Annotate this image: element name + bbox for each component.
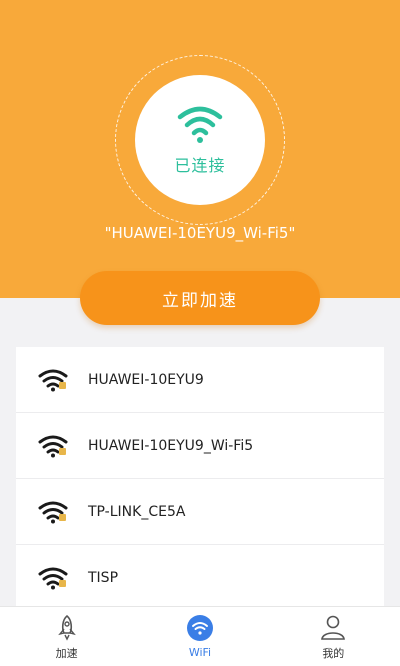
tab-accelerate[interactable]: 加速	[22, 613, 112, 661]
connection-status-text: 已连接	[174, 156, 226, 175]
tab-label: WiFi	[188, 646, 212, 659]
tab-wifi[interactable]: WiFi	[155, 614, 245, 659]
wifi-name: TISP	[88, 569, 119, 586]
wifi-locked-icon	[38, 566, 68, 590]
accelerate-now-button[interactable]: 立即加速	[80, 271, 320, 325]
connection-status-circle[interactable]: 已连接	[135, 75, 265, 205]
tab-label: 我的	[322, 646, 345, 660]
wifi-list-item[interactable]: HUAWEI-10EYU9	[16, 347, 384, 413]
wifi-icon	[186, 615, 213, 641]
wifi-icon	[177, 106, 223, 143]
wifi-list-item[interactable]: HUAWEI-10EYU9_Wi-Fi5	[16, 413, 384, 479]
wifi-name: HUAWEI-10EYU9_Wi-Fi5	[88, 437, 254, 454]
tab-label: 加速	[55, 646, 78, 660]
wifi-network-list: HUAWEI-10EYU9 HUAWEI-10EYU9_Wi-Fi5 TP-LI…	[16, 347, 384, 611]
wifi-locked-icon	[38, 368, 68, 392]
wifi-name: HUAWEI-10EYU9	[88, 371, 204, 388]
header-banner: 已连接 "HUAWEI-10EYU9_Wi-Fi5"	[0, 0, 400, 298]
tab-mine[interactable]: 我的	[288, 613, 378, 661]
connected-ssid: "HUAWEI-10EYU9_Wi-Fi5"	[104, 224, 296, 242]
bottom-tab-bar: 加速 WiFi 我的	[0, 606, 400, 666]
wifi-locked-icon	[38, 434, 68, 458]
wifi-list-item[interactable]: TISP	[16, 545, 384, 611]
wifi-name: TP-LINK_CE5A	[88, 503, 186, 520]
rocket-icon	[57, 614, 76, 641]
wifi-locked-icon	[38, 500, 68, 524]
user-icon	[321, 615, 346, 640]
wifi-list-item[interactable]: TP-LINK_CE5A	[16, 479, 384, 545]
